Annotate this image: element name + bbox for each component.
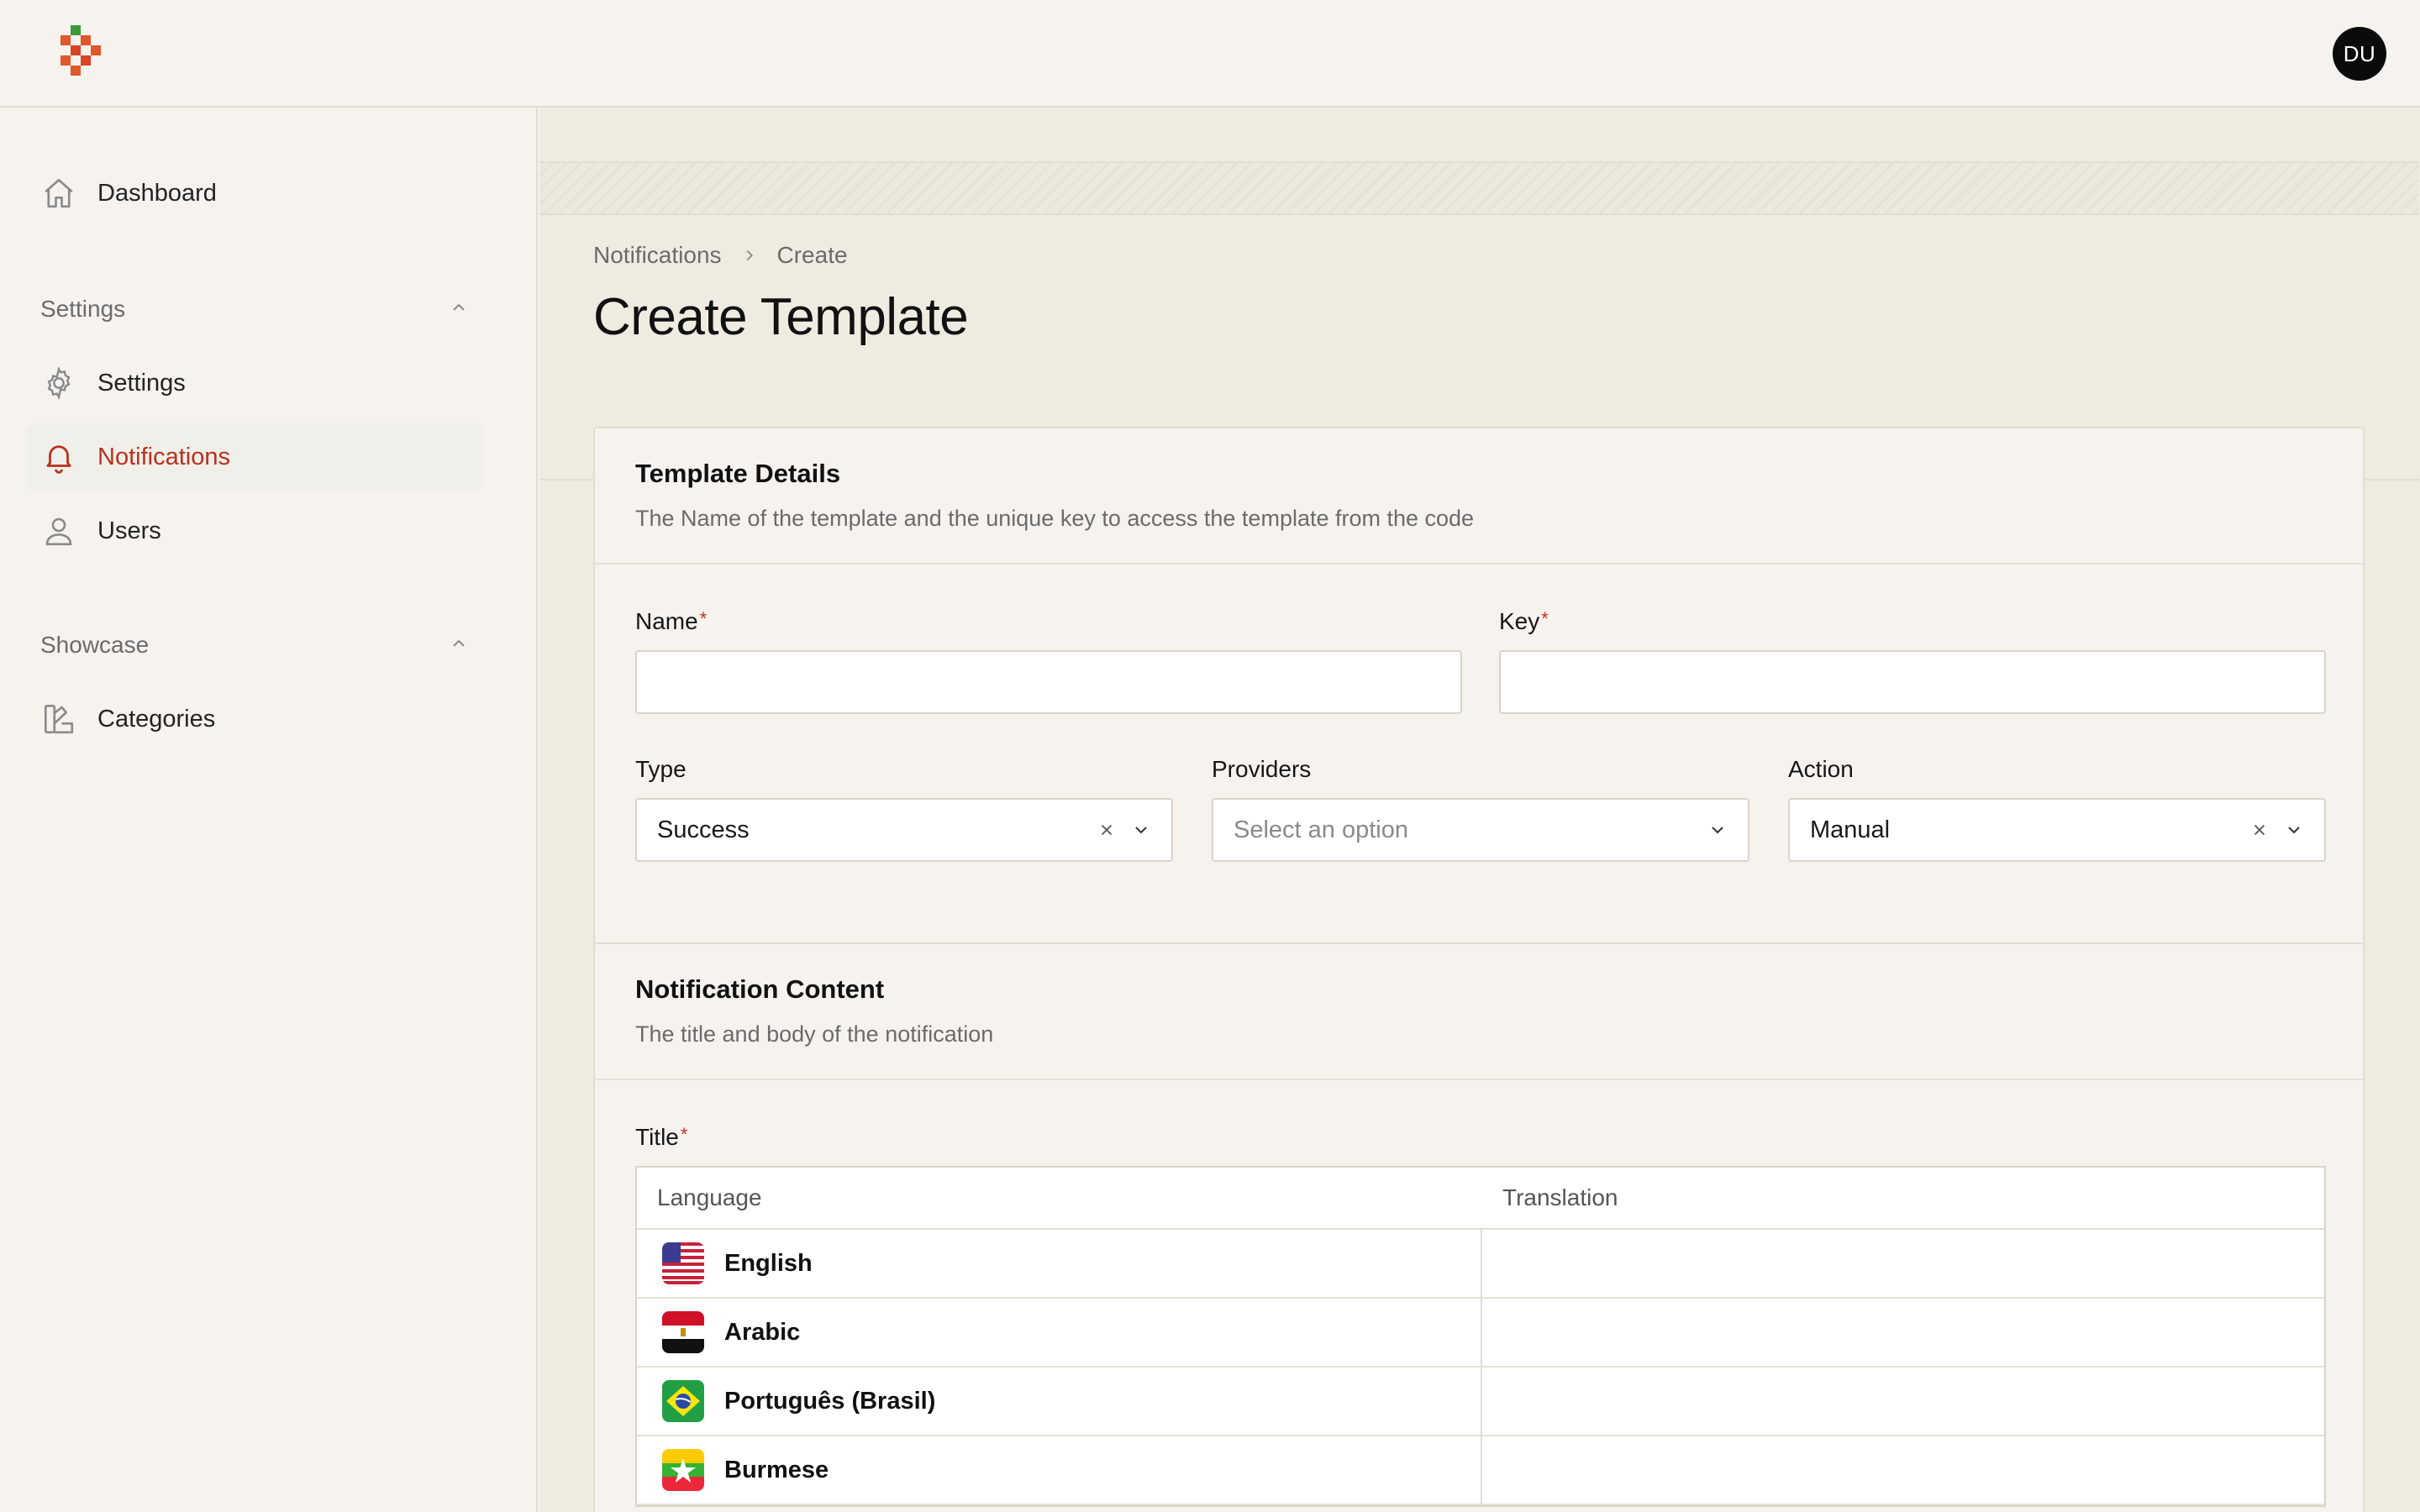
bell-icon (40, 438, 77, 475)
translation-cell[interactable] (1482, 1230, 2324, 1297)
providers-label: Providers (1212, 756, 1312, 782)
sidebar: Dashboard Settings Settings Notification… (0, 108, 538, 1512)
sidebar-item-label: Categories (97, 705, 216, 732)
brand-logo[interactable] (55, 25, 106, 84)
sidebar-group-label: Settings (40, 296, 126, 322)
brazil-flag-icon (662, 1380, 704, 1422)
key-input[interactable] (1499, 650, 2326, 714)
title-label-text: Title (635, 1124, 679, 1150)
myanmar-flag-icon (662, 1449, 704, 1491)
card-description: The title and body of the notification (635, 1021, 994, 1047)
name-label: Name* (635, 608, 707, 635)
main-content: Notifications Create Create Template Tem… (539, 108, 2420, 1512)
language-cell: English (637, 1230, 1482, 1297)
chevron-down-icon (1707, 820, 1728, 840)
type-select-value: Success (657, 816, 750, 843)
language-name: Arabic (724, 1318, 801, 1346)
translation-cell[interactable] (1482, 1436, 2324, 1504)
translation-cell[interactable] (1482, 1368, 2324, 1435)
sidebar-item-label: Dashboard (97, 179, 217, 207)
translations-table: Language Translation English Arabic Port… (635, 1166, 2326, 1507)
clear-icon[interactable] (1097, 821, 1116, 839)
table-row: English (637, 1230, 2324, 1299)
sidebar-item-label: Settings (97, 369, 186, 396)
breadcrumb: Notifications Create (593, 242, 848, 269)
key-label-text: Key (1499, 608, 1540, 634)
language-cell: Burmese (637, 1436, 1482, 1504)
sidebar-group-showcase[interactable]: Showcase (40, 627, 469, 664)
home-icon (40, 175, 77, 212)
action-select[interactable]: Manual (1788, 798, 2326, 862)
user-avatar[interactable]: DU (2333, 27, 2386, 81)
sidebar-group-settings[interactable]: Settings (40, 291, 469, 328)
card-header: Notification Content The title and body … (595, 944, 2363, 1080)
providers-select-placeholder: Select an option (1234, 816, 1408, 843)
language-cell: Arabic (637, 1299, 1482, 1366)
providers-select[interactable]: Select an option (1212, 798, 1749, 862)
card-description: The Name of the template and the unique … (635, 506, 1475, 531)
table-header: Language Translation (637, 1168, 2324, 1230)
language-name: Burmese (724, 1456, 829, 1483)
name-label-text: Name (635, 608, 698, 634)
table-row: Burmese (637, 1436, 2324, 1505)
language-name: Português (Brasil) (724, 1387, 936, 1415)
template-details-card: Template Details The Name of the templat… (593, 427, 2365, 1010)
type-label: Type (635, 756, 687, 782)
card-header: Template Details The Name of the templat… (595, 428, 2363, 564)
table-row: Português (Brasil) (637, 1368, 2324, 1436)
chevron-right-icon (740, 246, 759, 265)
breadcrumb-current: Create (776, 242, 848, 268)
required-mark: * (1541, 608, 1549, 629)
decorative-stripe (539, 161, 2418, 215)
sidebar-item-settings[interactable]: Settings (25, 349, 484, 417)
notification-content-card: Notification Content The title and body … (593, 942, 2365, 1512)
column-header-translation: Translation (1502, 1184, 1618, 1210)
sidebar-group-label: Showcase (40, 632, 150, 658)
sidebar-item-categories[interactable]: Categories (25, 685, 484, 753)
gear-icon (40, 365, 77, 402)
breadcrumb-link-notifications[interactable]: Notifications (593, 242, 722, 269)
chevron-down-icon (1131, 820, 1151, 840)
type-select[interactable]: Success (635, 798, 1173, 862)
card-title: Notification Content (635, 974, 885, 1004)
key-label: Key* (1499, 608, 1549, 635)
action-select-value: Manual (1810, 816, 1891, 843)
us-flag-icon (662, 1242, 704, 1284)
sidebar-item-notifications[interactable]: Notifications (25, 423, 484, 491)
sidebar-item-label: Notifications (97, 443, 230, 470)
name-input[interactable] (635, 650, 1462, 714)
egypt-flag-icon (662, 1311, 704, 1353)
top-bar: DU (0, 0, 2420, 108)
required-mark: * (699, 608, 708, 629)
action-label: Action (1788, 756, 1854, 782)
title-label: Title* (635, 1124, 687, 1151)
clear-icon[interactable] (2250, 821, 2269, 839)
column-header-language: Language (657, 1184, 762, 1210)
sidebar-item-users[interactable]: Users (25, 497, 484, 564)
sidebar-item-dashboard[interactable]: Dashboard (25, 160, 484, 227)
translation-cell[interactable] (1482, 1299, 2324, 1366)
page-title: Create Template (593, 288, 969, 346)
sidebar-item-label: Users (97, 517, 161, 544)
chevron-down-icon (2284, 820, 2304, 840)
language-cell: Português (Brasil) (637, 1368, 1482, 1435)
chevron-up-icon (449, 633, 469, 658)
card-title: Template Details (635, 459, 841, 488)
required-mark: * (680, 1124, 688, 1145)
swatch-icon (40, 701, 77, 738)
language-name: English (724, 1249, 813, 1277)
user-icon (40, 512, 77, 549)
table-row: Arabic (637, 1299, 2324, 1368)
chevron-up-icon (449, 297, 469, 322)
